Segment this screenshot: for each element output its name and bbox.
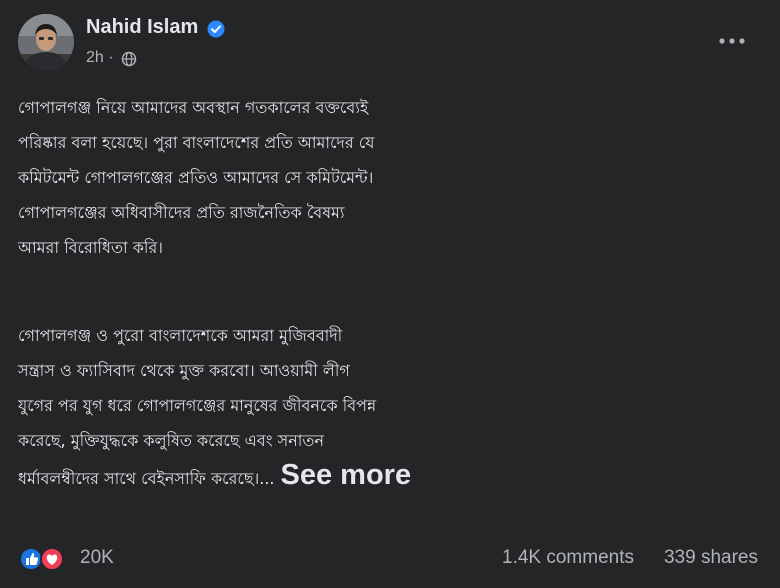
post-text-line: আমরা বিরোধিতা করি। — [18, 238, 163, 257]
see-more-link[interactable]: See more — [281, 459, 412, 491]
avatar-image — [18, 14, 74, 70]
post-header: Nahid Islam 2h · — [0, 0, 780, 80]
post-paragraph-1: গোপালগঞ্জ নিয়ে আমাদের অবস্থান গতকালের ব… — [18, 90, 770, 265]
post-text-line: যুগের পর যুগ ধরে গোপালগঞ্জের মানুষের জীব… — [18, 396, 377, 415]
love-reaction-icon — [40, 547, 64, 571]
author-name[interactable]: Nahid Islam — [86, 16, 198, 39]
post-footer: 20K 1.4K comments 339 shares — [0, 538, 780, 578]
author-avatar[interactable] — [18, 14, 74, 70]
comments-count[interactable]: 1.4K comments — [502, 547, 634, 569]
post-meta: 2h · — [86, 49, 114, 67]
globe-icon[interactable] — [121, 51, 137, 67]
post-text-line: গোপালগঞ্জ নিয়ে আমাদের অবস্থান গতকালের ব… — [18, 98, 369, 117]
post-text-line: গোপালগঞ্জ ও পুরো বাংলাদেশকে আমরা মুজিববা… — [18, 326, 343, 345]
post-paragraph-2: গোপালগঞ্জ ও পুরো বাংলাদেশকে আমরা মুজিববা… — [18, 318, 770, 496]
more-options-icon[interactable] — [718, 34, 746, 48]
verified-badge-icon — [207, 20, 225, 38]
post-text-line: করেছে, মুক্তিযুদ্ধকে কলুষিত করেছে এবং সন… — [18, 431, 324, 450]
reaction-icons[interactable] — [18, 545, 70, 573]
post-text-line: ধর্মাবলম্বীদের সাথে বেইনসাফি করেছে।... — [18, 469, 275, 488]
post-text-line: পরিষ্কার বলা হয়েছে। পুরা বাংলাদেশের প্র… — [18, 133, 375, 152]
reaction-count[interactable]: 20K — [80, 547, 114, 569]
shares-count[interactable]: 339 shares — [664, 547, 758, 569]
post-text-line: গোপালগঞ্জের অধিবাসীদের প্রতি রাজনৈতিক বৈ… — [18, 203, 345, 222]
like-reaction-icon — [19, 547, 43, 571]
post-time[interactable]: 2h — [86, 49, 104, 66]
post-text-line-last: ধর্মাবলম্বীদের সাথে বেইনসাফি করেছে।... Se… — [18, 458, 770, 496]
meta-separator: · — [108, 49, 114, 66]
post-text-line: সন্ত্রাস ও ফ্যাসিবাদ থেকে মুক্ত করবো। আও… — [18, 361, 350, 380]
facebook-post: Nahid Islam 2h · গোপালগঞ্জ নিয়ে আমাদের … — [0, 0, 780, 588]
post-text-line: কমিটমেন্ট গোপালগঞ্জের প্রতিও আমাদের সে ক… — [18, 168, 374, 187]
